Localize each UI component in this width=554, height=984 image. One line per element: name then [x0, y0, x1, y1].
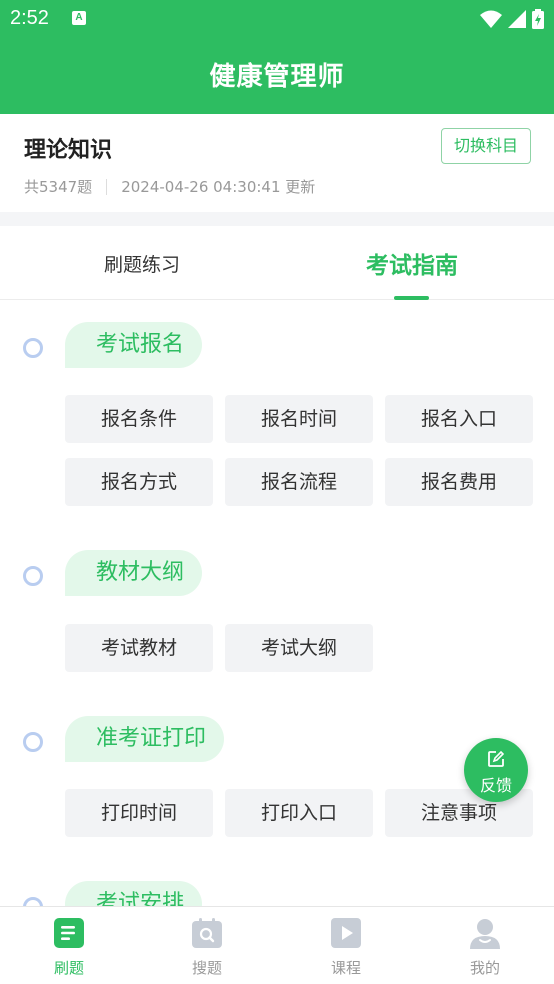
guide-item-button[interactable]: 打印时间	[65, 789, 213, 837]
wifi-icon	[480, 10, 502, 28]
nav-item-search[interactable]: 搜题	[138, 907, 276, 984]
notification-icon: A	[72, 11, 86, 25]
guide-item-button[interactable]: 报名入口	[385, 395, 533, 443]
guide-item-button[interactable]: 报名流程	[225, 458, 373, 506]
section-title: 准考证打印	[65, 716, 225, 762]
search-icon	[192, 918, 222, 948]
section-title: 教材大纲	[65, 550, 203, 596]
app-screen: 2:52 A 健康管理师 理论知识 切换科目 共5347题 2024-04-26…	[0, 0, 554, 984]
feedback-button[interactable]: 反馈	[464, 738, 528, 802]
guide-item-button[interactable]: 考试大纲	[225, 624, 373, 672]
section-dot	[23, 566, 43, 586]
feedback-label: 反馈	[479, 776, 512, 795]
status-icons	[480, 8, 544, 30]
tab-practice[interactable]: 刷题练习	[62, 226, 222, 300]
section-dot	[23, 732, 43, 752]
section-title: 考试安排	[65, 881, 203, 906]
tab-exam-guide[interactable]: 考试指南	[332, 226, 492, 300]
signal-icon	[508, 10, 526, 28]
subject-meta: 共5347题 2024-04-26 04:30:41 更新	[24, 176, 315, 197]
page-title: 健康管理师	[209, 62, 345, 92]
bottom-nav: 刷题 搜题 课程 我的	[0, 906, 554, 984]
guide-item-button[interactable]: 报名方式	[65, 458, 213, 506]
nav-label: 搜题	[191, 959, 222, 977]
nav-label: 刷题	[53, 959, 84, 977]
status-bar: 2:52 A	[0, 0, 554, 40]
nav-label: 我的	[469, 959, 500, 977]
section-dot	[23, 338, 43, 358]
guide-item-button[interactable]: 报名条件	[65, 395, 213, 443]
guide-item-button[interactable]: 打印入口	[225, 789, 373, 837]
update-time: 2024-04-26 04:30:41 更新	[121, 178, 316, 196]
play-icon	[331, 918, 361, 948]
document-icon	[54, 918, 84, 948]
nav-item-course[interactable]: 课程	[277, 907, 415, 984]
battery-icon	[532, 9, 544, 29]
section-title: 考试报名	[65, 322, 203, 368]
nav-label: 课程	[330, 959, 361, 977]
switch-subject-button[interactable]: 切换科目	[441, 128, 531, 164]
section-separator	[0, 212, 554, 226]
subject-card: 理论知识 切换科目 共5347题 2024-04-26 04:30:41 更新	[0, 114, 554, 212]
tab-bar: 刷题练习 考试指南	[0, 226, 554, 300]
meta-divider	[106, 178, 108, 195]
nav-item-practice[interactable]: 刷题	[0, 907, 138, 984]
question-count: 共5347题	[24, 178, 93, 196]
exam-guide-content: 考试报名 报名条件 报名时间 报名入口 报名方式 报名流程 报名费用 教材大纲 …	[0, 300, 554, 906]
guide-item-button[interactable]: 报名时间	[225, 395, 373, 443]
guide-item-button[interactable]: 报名费用	[385, 458, 533, 506]
nav-item-mine[interactable]: 我的	[416, 907, 554, 984]
status-time: 2:52	[10, 7, 49, 29]
user-icon	[470, 919, 500, 949]
app-header: 健康管理师	[0, 40, 554, 114]
guide-item-button[interactable]: 考试教材	[65, 624, 213, 672]
edit-icon	[488, 750, 505, 767]
section-dot	[23, 897, 43, 906]
subject-title: 理论知识	[24, 138, 113, 163]
